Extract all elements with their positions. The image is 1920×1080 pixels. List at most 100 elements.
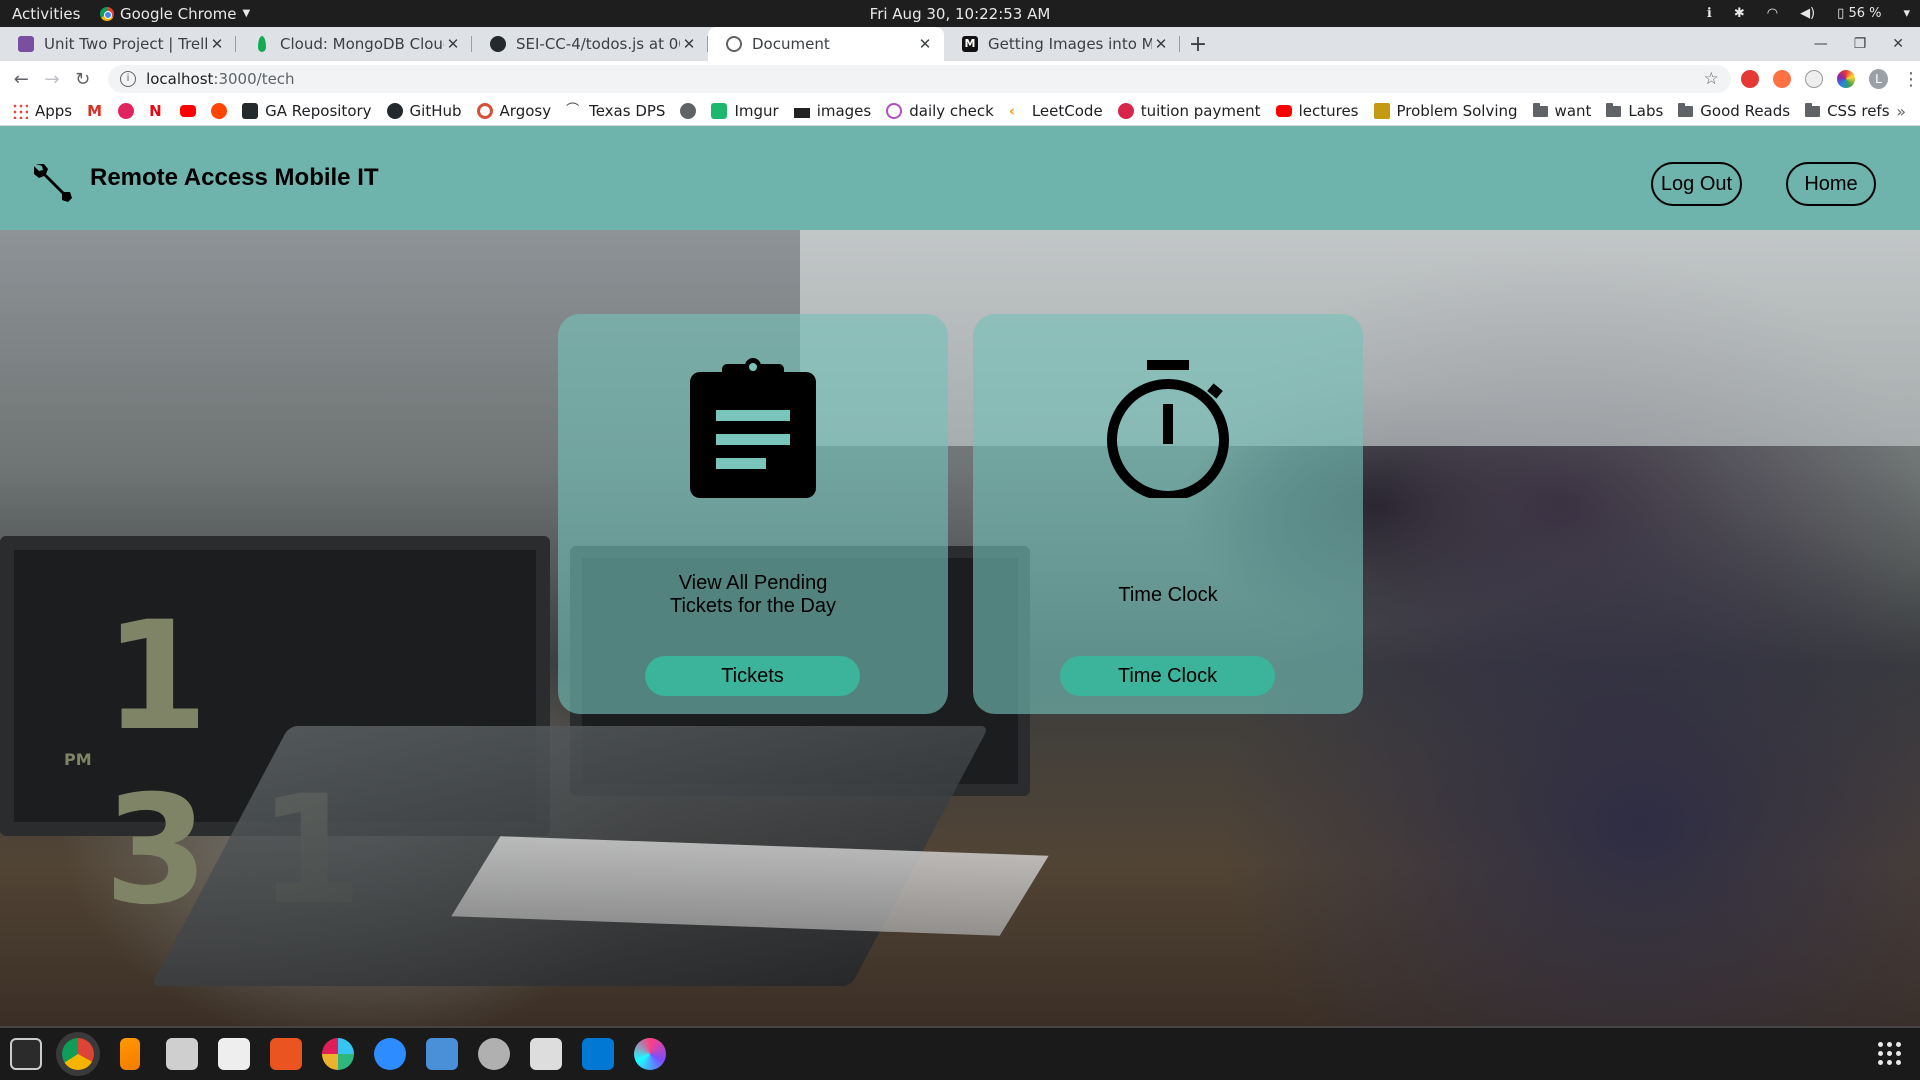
screenshot-icon[interactable] [530, 1038, 562, 1070]
stopwatch-icon [1107, 360, 1229, 498]
daily-check-icon [886, 103, 903, 119]
bookmark-texas-dps[interactable]: ⌒ Texas DPS [566, 102, 665, 120]
tab-document[interactable]: Document ✕ [708, 27, 944, 61]
bookmark-github[interactable]: GitHub [386, 102, 462, 120]
close-icon[interactable]: ✕ [1152, 35, 1170, 53]
bookmark-images[interactable]: images [793, 102, 871, 120]
bookmark-lectures[interactable]: lectures [1275, 102, 1359, 120]
tab-medium[interactable]: M Getting Images into Mark ✕ [944, 27, 1180, 61]
bookmark-problem-solving[interactable]: Problem Solving [1373, 102, 1518, 120]
bookmark-daily-check[interactable]: daily check [886, 102, 994, 120]
tasks-icon[interactable] [426, 1038, 458, 1070]
tickets-button[interactable]: Tickets [645, 656, 860, 696]
battery-icon[interactable]: ▯ 56 % [1837, 6, 1881, 21]
software-center-icon[interactable] [270, 1038, 302, 1070]
chrome-menu-icon[interactable]: ⋮ [1902, 69, 1920, 90]
log-out-button[interactable]: Log Out [1651, 162, 1742, 206]
folder-icon [1532, 102, 1548, 117]
back-arrow-icon[interactable]: ← [6, 69, 37, 90]
terminal-icon[interactable] [10, 1038, 42, 1070]
sublime-text-icon[interactable] [120, 1038, 140, 1070]
bookmark-gmail[interactable]: M [87, 103, 103, 119]
bookmark-ga-repository[interactable]: GA Repository [242, 102, 372, 120]
info-icon[interactable]: ℹ [1707, 6, 1712, 21]
bookmark-folder-labs[interactable]: Labs [1606, 102, 1663, 120]
chrome-icon[interactable] [62, 1038, 94, 1070]
bookmark-apps[interactable]: Apps [12, 102, 72, 120]
new-tab-button[interactable]: + [1180, 27, 1216, 61]
close-window-icon[interactable]: ✕ [1892, 36, 1904, 52]
zoom-icon[interactable] [374, 1038, 406, 1070]
bookmark-folder-css-refs[interactable]: CSS refs [1805, 102, 1890, 120]
time-clock-button[interactable]: Time Clock [1060, 656, 1275, 696]
vscode-icon[interactable] [582, 1038, 614, 1070]
mongodb-leaf-icon [258, 36, 266, 52]
bookmark-imgur[interactable]: Imgur [711, 102, 779, 120]
system-top-bar: Activities Google Chrome ▼ Fri Aug 30, 1… [0, 0, 1920, 27]
bookmark-leetcode[interactable]: ‹ LeetCode [1009, 102, 1103, 120]
restore-icon[interactable]: ❐ [1854, 36, 1867, 52]
brand-title[interactable]: Remote Access Mobile IT [90, 164, 379, 192]
bookmark-youtube[interactable] [180, 105, 197, 117]
close-icon[interactable]: ✕ [916, 35, 934, 53]
close-icon[interactable]: ✕ [208, 35, 226, 53]
ga-icon [118, 103, 135, 119]
profile-avatar[interactable]: L [1868, 69, 1889, 89]
app-grid-icon[interactable] [1878, 1042, 1902, 1066]
argosy-icon [476, 103, 493, 119]
color-picker-icon[interactable] [634, 1038, 666, 1070]
tab-trello[interactable]: Unit Two Project | Trello ✕ [0, 27, 236, 61]
url-path: :3000/tech [213, 70, 295, 88]
extension-code-icon[interactable] [1804, 70, 1823, 88]
close-icon[interactable]: ✕ [680, 35, 698, 53]
system-clock[interactable]: Fri Aug 30, 10:22:53 AM [870, 5, 1051, 23]
home-button[interactable]: Home [1786, 162, 1876, 206]
minimize-icon[interactable]: — [1814, 36, 1828, 52]
bookmark-folder-good-reads[interactable]: Good Reads [1678, 102, 1790, 120]
slack-icon[interactable] [322, 1038, 354, 1070]
bookmark-netflix[interactable]: N [149, 103, 165, 119]
app-menu[interactable]: Google Chrome ▼ [100, 5, 250, 23]
forward-arrow-icon[interactable]: → [37, 69, 68, 90]
power-menu-icon[interactable]: ▾ [1903, 6, 1910, 21]
files-icon[interactable] [166, 1038, 198, 1070]
bookmark-ga[interactable] [118, 103, 135, 119]
adblock-icon[interactable] [1740, 70, 1759, 88]
system-tray[interactable]: ℹ ✱ ◠ ◀) ▯ 56 % ▾ [1707, 0, 1910, 27]
bookmark-tuition-payment[interactable]: tuition payment [1117, 102, 1261, 120]
bookmark-star-icon[interactable]: ☆ [1704, 69, 1719, 89]
bookmarks-bar: Apps M N GA Repository GitHub Argosy ⌒ Te… [0, 97, 1920, 126]
trello-icon [18, 36, 34, 52]
activities-button[interactable]: Activities [0, 5, 100, 23]
volume-icon[interactable]: ◀) [1800, 6, 1815, 21]
site-info-icon[interactable]: i [120, 71, 137, 87]
slack-tray-icon[interactable]: ✱ [1734, 6, 1745, 21]
extension-color-icon[interactable] [1836, 70, 1855, 88]
tab-mongodb[interactable]: Cloud: MongoDB Cloud ✕ [236, 27, 472, 61]
texas-dps-icon: ⌒ [566, 103, 580, 118]
settings-icon[interactable] [478, 1038, 510, 1070]
bookmark-globe[interactable] [680, 103, 697, 119]
address-bar[interactable]: i localhost:3000/tech ☆ [108, 65, 1731, 93]
bookmark-reddit[interactable] [211, 103, 228, 119]
folder-icon [1678, 102, 1694, 117]
bookmark-argosy[interactable]: Argosy [476, 102, 551, 120]
battery-level: 56 % [1848, 6, 1882, 21]
folder-icon [1805, 102, 1821, 117]
text-editor-icon[interactable] [218, 1038, 250, 1070]
app-header: Remote Access Mobile IT Log Out Home [0, 126, 1920, 230]
close-icon[interactable]: ✕ [444, 35, 462, 53]
github-icon [242, 103, 259, 119]
problem-solving-icon [1373, 103, 1390, 119]
tickets-card-label: View All Pending Tickets for the Day [670, 572, 836, 617]
gmail-icon: M [87, 102, 103, 120]
extension-orange-icon[interactable] [1772, 70, 1791, 88]
bookmark-folder-want[interactable]: want [1532, 102, 1591, 120]
tab-title: Unit Two Project | Trello [44, 35, 208, 53]
tab-github-todos[interactable]: SEI-CC-4/todos.js at 0093 ✕ [472, 27, 708, 61]
tab-title: SEI-CC-4/todos.js at 0093 [516, 35, 680, 53]
browser-toolbar: ← → ↻ i localhost:3000/tech ☆ L ⋮ [0, 61, 1920, 97]
bookmarks-overflow-icon[interactable]: » [1896, 102, 1906, 121]
reload-icon[interactable]: ↻ [67, 69, 98, 90]
wifi-icon[interactable]: ◠ [1767, 6, 1778, 21]
